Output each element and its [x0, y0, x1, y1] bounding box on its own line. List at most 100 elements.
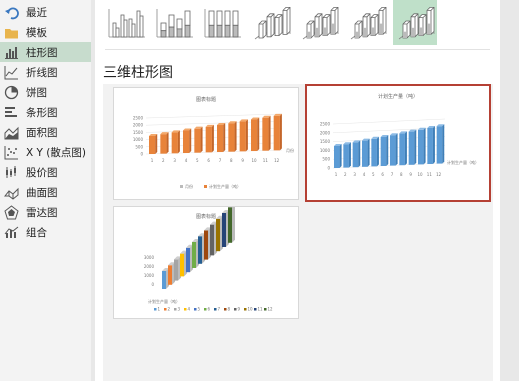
- bar-side: [376, 136, 379, 167]
- sidebar-item-label: 曲面图: [26, 186, 58, 199]
- gridline: [145, 128, 283, 133]
- column: [186, 247, 190, 273]
- bar-side: [189, 128, 192, 154]
- bar-side: [166, 132, 169, 154]
- x-tick-label: 7: [391, 172, 394, 177]
- bar-side: [257, 117, 260, 152]
- x-tick-label: 3: [353, 172, 356, 177]
- bar: [149, 136, 156, 154]
- x-tick-label: 9: [409, 172, 412, 177]
- legend-label: 10: [248, 307, 254, 312]
- sidebar-item-label: 柱形图: [26, 46, 58, 59]
- legend-swatch: [204, 308, 207, 311]
- divider: [105, 49, 490, 50]
- bar: [205, 126, 212, 153]
- sidebar-item-pie-chart[interactable]: 饼图: [0, 82, 91, 102]
- bar: [171, 132, 178, 154]
- x-tick-label: 8: [230, 158, 233, 163]
- bar: [399, 133, 405, 166]
- sidebar-item-undo-arrow[interactable]: 最近: [0, 2, 91, 22]
- legend-swatch: [154, 308, 157, 311]
- sidebar-item-label: 雷达图: [26, 206, 58, 219]
- column: [204, 230, 208, 260]
- sidebar-item-surface-chart[interactable]: 曲面图: [0, 182, 91, 202]
- legend-swatch: [194, 308, 197, 311]
- column: [198, 236, 202, 264]
- x-tick-label: 8: [400, 172, 403, 177]
- legend-label: 5: [198, 307, 201, 312]
- chart-preview-1[interactable]: 图表标题 2500 2000 1500 1000 500 0 1 2 3 4 5 6 7 8 9 10 11 12…: [113, 87, 299, 200]
- legend-label: 12: [268, 307, 274, 312]
- folder-icon: [4, 25, 19, 40]
- legend-swatch: [164, 308, 167, 311]
- bar-side: [245, 119, 248, 152]
- x-tick-label: 5: [372, 172, 375, 177]
- chart-subtype-row: [105, 0, 437, 45]
- sidebar-item-stock-chart[interactable]: 股价图: [0, 162, 91, 182]
- y-tick-label: 2000: [320, 130, 331, 135]
- sidebar-item-label: 面积图: [26, 126, 58, 139]
- legend-swatch: [204, 185, 207, 188]
- legend-label: 3: [178, 307, 181, 312]
- x-tick-label: 9: [241, 158, 244, 163]
- x-tick-label: 1: [335, 172, 338, 177]
- x-axis-label: 计划生产量（吨）: [447, 159, 479, 165]
- bar: [371, 138, 377, 167]
- subtype-3d-column-icon[interactable]: [393, 0, 437, 45]
- x-tick-label: 6: [207, 158, 210, 163]
- column: [192, 242, 196, 268]
- x-axis-label: 月份: [286, 147, 294, 153]
- bar-chart-icon: [4, 105, 19, 120]
- legend-swatch: [224, 308, 227, 311]
- column: [210, 224, 214, 256]
- legend-label: 8: [228, 307, 231, 312]
- preview-chart-1: 250020001500100050001 2 3 4 5 6 7 8 9 10 11 12月份月份计…: [133, 113, 294, 189]
- legend-swatch: [254, 308, 257, 311]
- y-tick-label: 1000: [320, 148, 331, 153]
- legend-label: 4: [188, 307, 191, 312]
- combo-chart-icon: [4, 225, 19, 240]
- sidebar-item-label: 条形图: [26, 106, 58, 119]
- sidebar-item-bar-chart[interactable]: 条形图: [0, 102, 91, 122]
- subtype-3d-stacked-column-icon[interactable]: [297, 0, 341, 45]
- x-tick-label: 10: [251, 158, 257, 163]
- bar-side: [432, 126, 435, 164]
- sidebar-item-folder[interactable]: 模板: [0, 22, 91, 42]
- sidebar-item-column-chart[interactable]: 柱形图: [0, 42, 91, 62]
- subtype-stacked-column-icon[interactable]: [153, 0, 197, 45]
- gridline: [145, 120, 283, 126]
- radar-chart-icon: [4, 204, 19, 220]
- subtype-3d-100-stacked-column-icon[interactable]: [345, 0, 389, 45]
- column: [162, 271, 166, 289]
- subtype-3d-clustered-column-icon[interactable]: [249, 0, 293, 45]
- preview-title: 图表标题: [195, 97, 216, 103]
- x-tick-label: 5: [196, 158, 199, 163]
- sidebar-item-scatter-chart[interactable]: X Y (散点图): [0, 142, 91, 162]
- bar: [408, 131, 415, 165]
- legend-label: 7: [218, 307, 221, 312]
- x-tick-label: 4: [185, 158, 188, 163]
- sidebar-item-label: 饼图: [26, 86, 47, 99]
- stock-chart-icon: [4, 165, 19, 180]
- subtype-100-stacked-column-icon[interactable]: [201, 0, 245, 45]
- y-tick-label: 3000: [144, 255, 155, 260]
- sidebar-item-radar-chart[interactable]: 雷达图: [0, 202, 91, 222]
- column: [180, 253, 184, 277]
- y-tick-label: 1500: [133, 130, 144, 135]
- sidebar-item-label: 折线图: [26, 66, 58, 79]
- sidebar-item-line-chart[interactable]: 折线图: [0, 62, 91, 82]
- sidebar-item-combo-chart[interactable]: 组合: [0, 222, 91, 242]
- bar: [380, 137, 387, 166]
- bar-side: [386, 135, 389, 166]
- bar: [262, 117, 269, 151]
- sidebar-item-label: X Y (散点图): [26, 146, 86, 159]
- subtype-clustered-column-icon[interactable]: [105, 0, 149, 45]
- bar-side: [423, 127, 426, 165]
- x-tick-label: 10: [417, 172, 423, 177]
- chart-preview-3[interactable]: 图表标题 3000 2000 1000 0 计划生产量（吨） 1 2 3 4 5 6 7 8 9 10 11 1…: [113, 204, 299, 319]
- x-tick-label: 6: [381, 172, 384, 177]
- x-tick-label: 3: [173, 158, 176, 163]
- chart-preview-2[interactable]: 计划生产量（吨） 2500 2000 1500 1000 500 0 1 2 3 4 5 6 7 8 9 10…: [305, 84, 491, 202]
- x-tick-label: 11: [427, 172, 433, 177]
- sidebar-item-area-chart[interactable]: 面积图: [0, 122, 91, 142]
